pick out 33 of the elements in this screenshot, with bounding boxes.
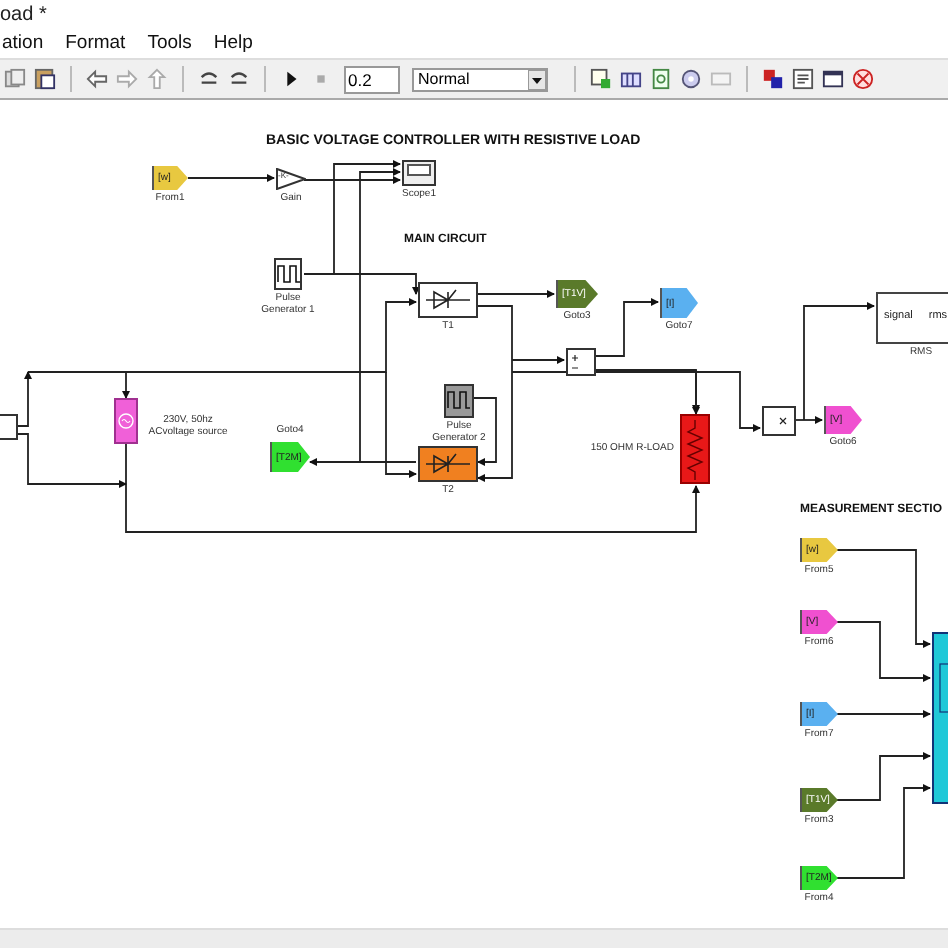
product-block [762,406,796,436]
explorer-icon[interactable] [792,68,814,90]
undo-icon[interactable] [198,68,220,90]
signal-line [477,290,555,298]
gain-block [276,168,306,190]
menu-item[interactable]: ation [0,32,46,54]
copy-icon[interactable] [4,68,26,90]
signal-line [187,174,275,182]
library-icon[interactable] [590,68,612,90]
pulse-generator-block [444,384,474,418]
paste-icon[interactable] [34,68,56,90]
menu-item[interactable]: Format [63,32,128,54]
caret-icon [528,69,546,89]
disk-icon[interactable] [680,68,702,90]
menu-item[interactable]: Tools [145,32,194,54]
stop-time-field[interactable]: 0.2 [344,65,400,93]
document-icon[interactable] [650,68,672,90]
model-icon[interactable] [762,68,784,90]
signal-line [835,710,931,718]
menu-item[interactable]: Help [211,32,255,54]
signal-line [595,298,659,357]
grid-icon[interactable] [620,68,642,90]
redo-icon[interactable] [228,68,250,90]
ac-source-block [114,398,138,444]
debug-icon[interactable] [852,68,874,90]
back-icon[interactable] [86,68,108,90]
scope-block [402,160,436,186]
pulse-generator-block [274,258,302,290]
window-icon[interactable] [822,68,844,90]
resistor-block [680,414,710,484]
window-title: oad * [0,3,47,25]
mode-dropdown[interactable]: Normal [412,67,548,91]
sum-block [566,348,596,376]
